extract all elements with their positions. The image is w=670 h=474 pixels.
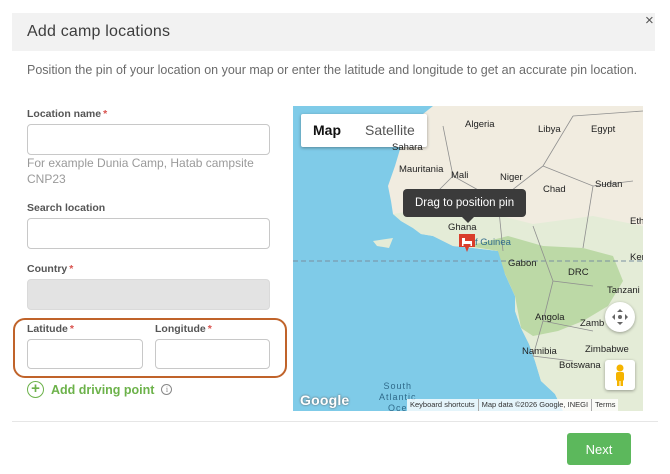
map-attribution: Keyboard shortcuts Map data ©2026 Google… [407, 399, 619, 411]
modal-header: Add camp locations [12, 13, 655, 51]
location-name-label: Location name * [27, 108, 108, 120]
required-asterisk: * [207, 323, 212, 335]
close-button[interactable]: × [645, 13, 654, 28]
instructions-text: Position the pin of your location on you… [27, 63, 638, 77]
tooltip-arrow [462, 217, 474, 223]
map-type-map-button[interactable]: Map [301, 114, 353, 147]
map-label-gabon: Gabon [508, 258, 537, 269]
bed-marker-icon[interactable] [458, 233, 476, 253]
info-icon[interactable]: i [161, 384, 173, 395]
move-arrows-icon[interactable] [605, 302, 635, 332]
map-label-kenya: Ken [630, 252, 643, 263]
location-name-input[interactable] [27, 124, 270, 155]
map-label-chad: Chad [543, 184, 566, 195]
search-location-input[interactable] [27, 218, 270, 249]
map-label-sahara: Sahara [392, 142, 423, 153]
required-asterisk: * [103, 108, 108, 120]
longitude-input[interactable] [155, 339, 270, 369]
required-asterisk: * [69, 263, 74, 275]
map-label-mali: Mali [451, 170, 469, 181]
map-label-egypt: Egypt [591, 124, 616, 135]
country-label: Country * [27, 263, 74, 275]
latitude-input[interactable] [27, 339, 143, 369]
country-field [27, 279, 270, 310]
drag-pin-tooltip: Drag to position pin [403, 189, 527, 217]
plus-circle-icon: + [27, 381, 44, 398]
map-label-tanzania: Tanzani [607, 285, 640, 296]
footer-divider [12, 421, 658, 422]
latitude-label: Latitude * [27, 323, 74, 335]
map-label-zimbabwe: Zimbabwe [585, 344, 629, 355]
map-label-gulf-of-guinea: f Guinea [475, 237, 511, 248]
map-label-niger: Niger [500, 172, 523, 183]
keyboard-shortcuts-link[interactable]: Keyboard shortcuts [407, 399, 478, 411]
pegman-icon[interactable] [605, 360, 635, 390]
longitude-label: Longitude * [155, 323, 212, 335]
add-driving-point-button[interactable]: + Add driving point i [27, 381, 173, 398]
location-name-hint: For example Dunia Camp, Hatab campsite C… [27, 156, 254, 186]
map-label-namibia: Namibia [522, 346, 557, 357]
map-label-mauritania: Mauritania [399, 164, 444, 175]
next-button[interactable]: Next [567, 433, 631, 465]
modal-title: Add camp locations [27, 23, 171, 40]
google-logo: Google [300, 392, 350, 408]
map-label-zambia: Zamb [580, 318, 605, 329]
required-asterisk: * [69, 323, 74, 335]
map-label-botswana: Botswana [559, 360, 601, 371]
map-label-angola: Angola [535, 312, 565, 323]
map-data-text: Map data ©2026 Google, INEGI [477, 399, 591, 411]
map-label-sudan: Sudan [595, 179, 623, 190]
search-location-label: Search location [27, 202, 106, 214]
add-driving-point-label: Add driving point [51, 382, 155, 397]
terms-link[interactable]: Terms [591, 399, 618, 411]
map-label-algeria: Algeria [465, 119, 495, 130]
map-label-libya: Libya [538, 124, 561, 135]
map-label-drc: DRC [568, 267, 589, 278]
map-view[interactable]: Map Satellite Algeria Libya Egypt Sahara… [293, 106, 643, 411]
map-label-ethiopia: Eth [630, 216, 643, 227]
map-label-ghana: Ghana [448, 222, 477, 233]
